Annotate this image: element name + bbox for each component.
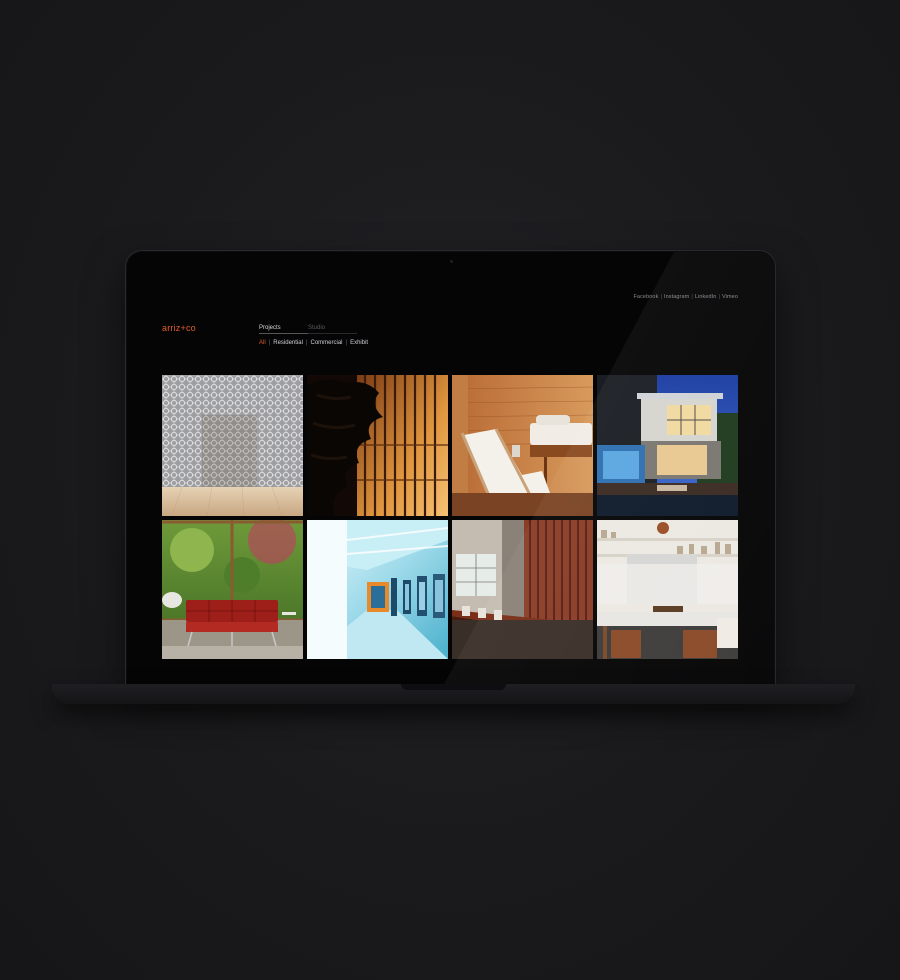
white-kitchen-island-photo [597, 520, 738, 659]
filter-separator: | [305, 340, 308, 346]
webcam [450, 260, 453, 263]
social-link-instagram[interactable]: Instagram [664, 294, 689, 300]
project-tile[interactable] [597, 520, 738, 659]
laptop-base [52, 684, 855, 704]
social-link-linkedin[interactable]: LinkedIn [695, 294, 717, 300]
social-links: Facebook | Instagram | LinkedIn | Vimeo [633, 294, 738, 300]
tab-studio[interactable]: Studio [308, 325, 357, 334]
laptop-notch [401, 684, 506, 690]
project-tile[interactable] [452, 375, 593, 516]
filter-separator: | [268, 340, 271, 346]
laptop-screen: Facebook | Instagram | LinkedIn | Vimeo arriz+… [127, 252, 774, 685]
red-sofa-garden-window-photo [162, 520, 303, 659]
social-link-vimeo[interactable]: Vimeo [722, 294, 738, 300]
mockup-stage: Facebook | Instagram | LinkedIn | Vimeo arriz+… [0, 0, 900, 980]
social-separator: | [691, 294, 693, 300]
social-separator: | [660, 294, 662, 300]
tab-projects[interactable]: Projects [259, 325, 308, 334]
project-tile[interactable] [307, 520, 448, 659]
bright-blue-gallery-corridor-photo [307, 520, 448, 659]
filter-exhibit[interactable]: Exhibit [350, 340, 368, 346]
project-tile[interactable] [162, 375, 303, 516]
filter-separator: | [345, 340, 348, 346]
laptop-lid: Facebook | Instagram | LinkedIn | Vimeo arriz+… [126, 251, 775, 685]
project-filters: All | Residential | Commercial | Exhibit [259, 340, 368, 346]
filter-all[interactable]: All [259, 340, 266, 346]
filter-commercial[interactable]: Commercial [310, 340, 342, 346]
project-grid [162, 375, 740, 659]
project-tile[interactable] [307, 375, 448, 516]
project-tile[interactable] [597, 375, 738, 516]
social-separator: | [718, 294, 720, 300]
wood-slat-facade-tree-photo [307, 375, 448, 516]
filter-residential[interactable]: Residential [273, 340, 303, 346]
modern-house-pool-dusk-photo [597, 375, 738, 516]
geometric-screen-room-photo [162, 375, 303, 516]
project-tile[interactable] [452, 520, 593, 659]
wood-desk-office-photo [452, 520, 593, 659]
main-nav: Projects Studio [259, 325, 357, 334]
social-link-facebook[interactable]: Facebook [633, 294, 658, 300]
wood-interior-lounge-chair-photo [452, 375, 593, 516]
site-logo[interactable]: arriz+co [162, 323, 196, 333]
project-tile[interactable] [162, 520, 303, 659]
